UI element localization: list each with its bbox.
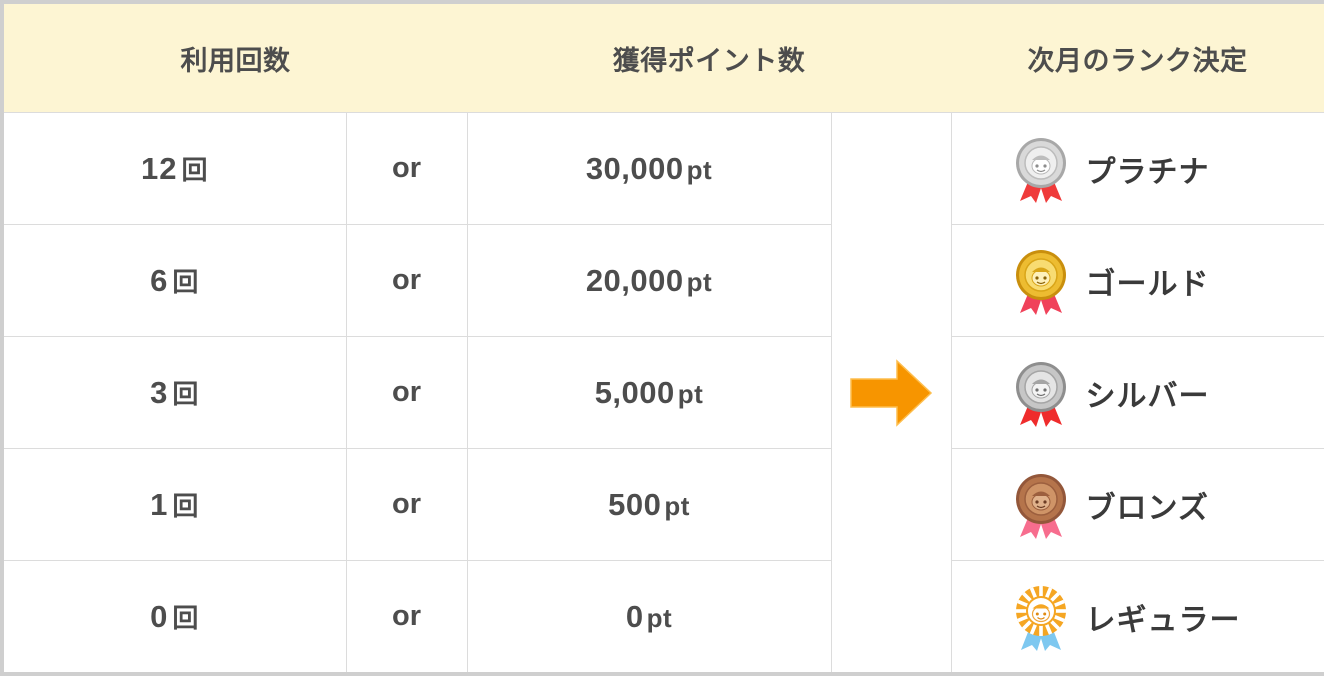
header-row: 利用回数 獲得ポイント数 次月のランク決定 [2, 2, 1324, 113]
cell-rank: プラチナ [950, 112, 1324, 225]
rank-table-container: 利用回数 獲得ポイント数 次月のランク決定 12回 or 30,000pt [0, 0, 1324, 676]
rank-criteria-table: 利用回数 獲得ポイント数 次月のランク決定 12回 or 30,000pt [0, 0, 1324, 676]
points-value: 0 [625, 598, 644, 634]
cell-conjunction: or [345, 112, 468, 225]
usage-count-value: 3 [150, 375, 169, 410]
header-usage-count: 利用回数 [2, 2, 467, 113]
cell-rank: シルバー [950, 336, 1324, 449]
usage-count-unit: 回 [172, 379, 200, 409]
points-unit: pt [664, 490, 690, 521]
orange-right-arrow-icon [850, 358, 933, 427]
cell-rank: ブロンズ [950, 448, 1324, 561]
points-unit: pt [686, 154, 713, 185]
cell-usage-count: 3回 [1, 336, 347, 449]
points-unit: pt [677, 378, 704, 409]
cell-points: 5,000 pt [466, 336, 832, 449]
usage-count-unit: 回 [172, 603, 200, 633]
table-row: 1回 or 500 pt ブロンズ [1, 448, 1324, 561]
cell-rank: レギュラー [950, 560, 1324, 675]
cell-conjunction: or [345, 336, 468, 449]
regular-rosette-icon [1015, 585, 1066, 651]
gold-medal-icon [1015, 249, 1066, 315]
table-row: 0回 or 0 pt レギュラー [1, 560, 1324, 675]
table-row: 12 回 or 30,000 pt プラチナ [1, 112, 1324, 675]
table-row: 6回 or 20,000 pt ゴールド [1, 224, 1324, 337]
cell-usage-count: 6回 [1, 224, 347, 337]
cell-usage-count: 1回 [1, 448, 347, 561]
points-value: 20,000 [585, 262, 684, 298]
cell-points: 20,000 pt [466, 224, 832, 337]
points-value: 30,000 [585, 150, 684, 186]
cell-conjunction: or [345, 224, 468, 337]
usage-count-unit: 回 [172, 491, 200, 521]
points-unit: pt [686, 266, 713, 297]
usage-count-value: 0 [150, 599, 169, 634]
cell-points: 0 pt [466, 560, 832, 675]
cell-conjunction: or [345, 448, 468, 561]
rank-label: ブロンズ [1085, 491, 1209, 525]
points-unit: pt [646, 602, 673, 633]
usage-count-value: 1 [150, 487, 169, 522]
cell-usage-count: 12 回 [1, 112, 347, 225]
cell-points: 500 pt [466, 448, 832, 561]
table-body: 12 回 or 30,000 pt プラチナ 6 回 or 20,000 pt … [1, 112, 1324, 675]
platinum-medal-icon [1015, 137, 1066, 203]
table-header: 利用回数 獲得ポイント数 次月のランク決定 [2, 2, 1324, 113]
header-points-earned: 獲得ポイント数 [467, 2, 951, 113]
silver-medal-icon [1015, 361, 1066, 427]
cell-arrow [830, 112, 952, 675]
usage-count-value: 12 [141, 151, 178, 186]
rank-label: レギュラー [1085, 603, 1241, 637]
points-value: 500 [608, 486, 662, 522]
cell-points: 30,000 pt [466, 112, 832, 225]
rank-label: シルバー [1085, 379, 1210, 413]
rank-label: ゴールド [1085, 267, 1210, 301]
usage-count-unit: 回 [181, 155, 209, 185]
usage-count-value: 6 [150, 263, 169, 298]
cell-usage-count: 0回 [1, 560, 347, 675]
rank-label: プラチナ [1085, 155, 1210, 189]
table-row: 3回 or 5,000 pt シルバー [1, 336, 1324, 449]
usage-count-unit: 回 [172, 267, 200, 297]
points-value: 5,000 [594, 374, 675, 410]
cell-conjunction: or [345, 560, 468, 675]
bronze-medal-icon [1015, 473, 1066, 539]
cell-rank: ゴールド [950, 224, 1324, 337]
header-next-month-rank: 次月のランク決定 [951, 2, 1324, 113]
